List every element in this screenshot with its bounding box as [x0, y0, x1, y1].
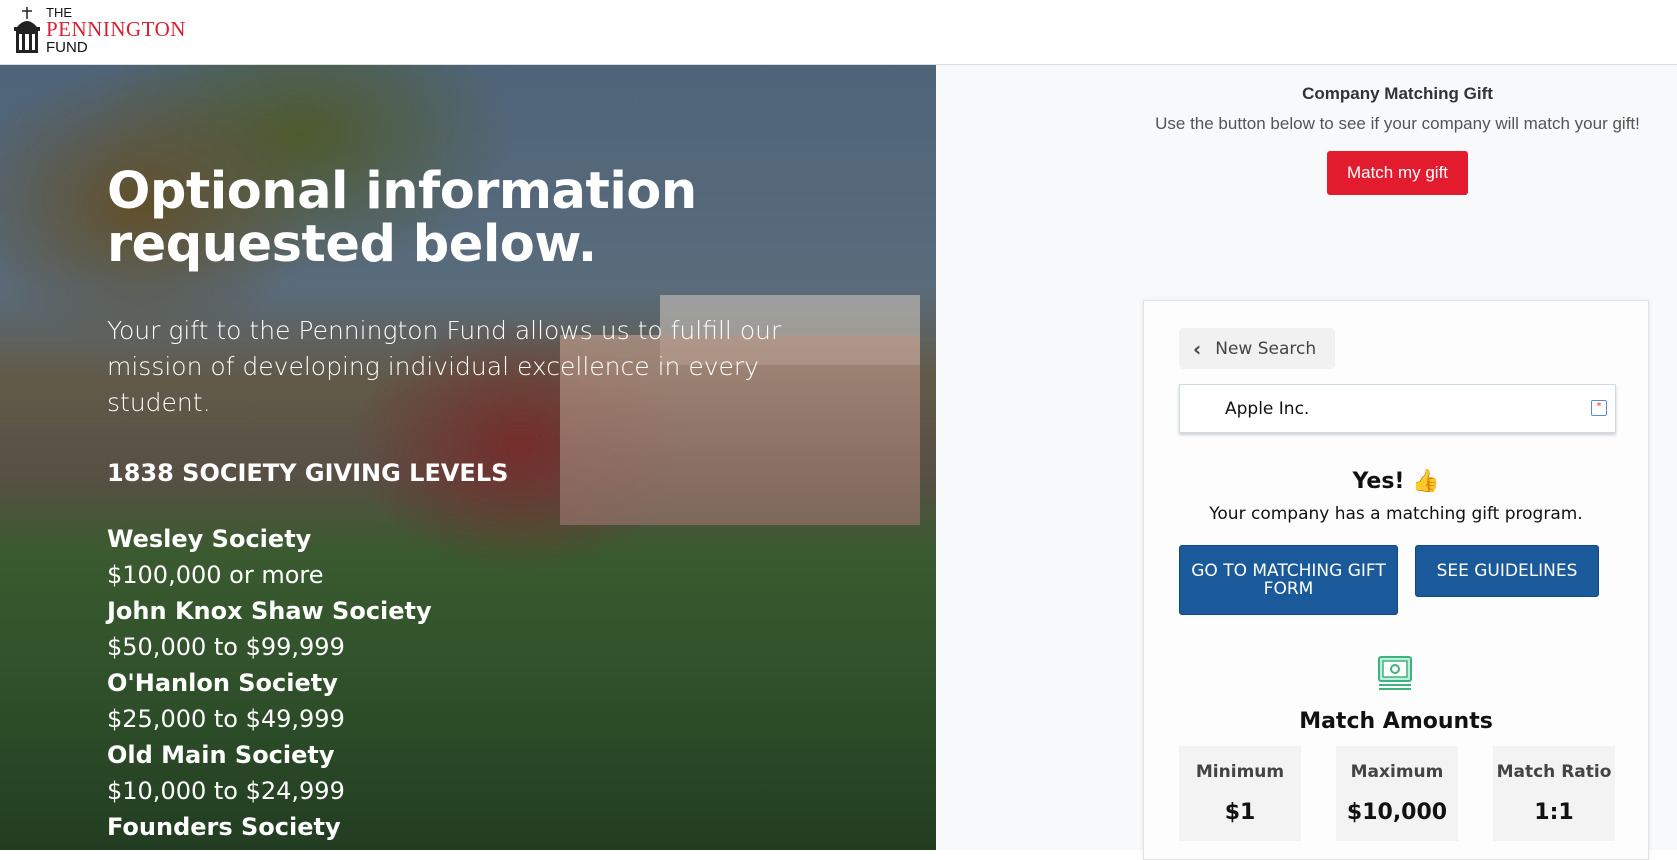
logo-fund: FUND [46, 39, 88, 56]
level-amount: $10,000 to $24,999 [107, 777, 345, 805]
logo-pennington: PENNINGTON [46, 17, 186, 41]
giving-levels-title: 1838 SOCIETY GIVING LEVELS [107, 459, 509, 487]
minimum-box: Minimum $1 [1179, 746, 1301, 841]
maximum-box: Maximum $10,000 [1336, 746, 1458, 841]
hero-intro: Your gift to the Pennington Fund allows … [107, 316, 782, 417]
new-search-label: New Search [1215, 338, 1317, 359]
cupola-icon [14, 6, 40, 53]
hero-title: Optional information requested below. [107, 162, 697, 274]
matching-description: Use the button below to see if your comp… [1155, 114, 1640, 133]
amount-value: $10,000 [1346, 800, 1448, 825]
giving-levels-list: Wesley Society $100,000 or more John Kno… [107, 521, 807, 845]
see-guidelines-button[interactable]: SEE GUIDELINES [1415, 545, 1599, 597]
money-icon [1378, 656, 1412, 690]
amount-label: Minimum [1195, 762, 1285, 782]
matching-gift-form-button[interactable]: GO TO MATCHING GIFT FORM [1179, 545, 1398, 615]
level-name: O'Hanlon Society [107, 669, 338, 697]
company-search-input[interactable]: Apple Inc. * [1179, 384, 1616, 433]
level-name: Wesley Society [107, 525, 312, 553]
autofill-icon[interactable]: * [1591, 400, 1607, 416]
result-subtext: Your company has a matching gift program… [1209, 504, 1583, 524]
match-ratio-box: Match Ratio 1:1 [1493, 746, 1615, 841]
amount-label: Maximum [1350, 762, 1444, 782]
company-value: Apple Inc. [1225, 398, 1310, 419]
amount-value: 1:1 [1534, 800, 1574, 825]
match-my-gift-button[interactable]: Match my gift [1326, 151, 1469, 195]
site-header: THE PENNINGTON FUND [0, 0, 1677, 65]
match-amounts-title: Match Amounts [1299, 709, 1493, 734]
matching-gift-card: ‹ New Search Apple Inc. * Yes! 👍 Your co… [1143, 300, 1649, 860]
amount-value: $1 [1224, 800, 1256, 825]
hero-panel: Optional information requested below. Yo… [0, 65, 936, 850]
level-amount: $25,000 to $49,999 [107, 705, 345, 733]
result-heading: Yes! 👍 [1352, 469, 1440, 494]
level-amount: $100,000 or more [107, 561, 324, 589]
level-amount: $50,000 to $99,999 [107, 633, 345, 661]
company-matching-section: Company Matching Gift Use the button bel… [1140, 84, 1655, 195]
level-name: Old Main Society [107, 741, 335, 769]
matching-title: Company Matching Gift [1302, 84, 1493, 103]
level-name: John Knox Shaw Society [107, 597, 432, 625]
amount-label: Match Ratio [1496, 762, 1612, 782]
pennington-fund-logo[interactable]: THE PENNINGTON FUND [12, 6, 186, 55]
new-search-button[interactable]: ‹ New Search [1179, 328, 1335, 369]
chevron-left-icon: ‹ [1193, 336, 1202, 361]
level-name: Founders Society [107, 813, 341, 841]
